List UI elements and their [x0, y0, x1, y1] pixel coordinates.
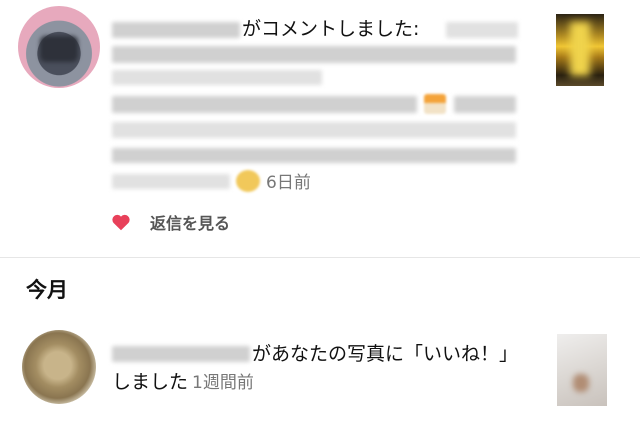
comment-text-blurred	[112, 46, 516, 63]
post-thumbnail[interactable]	[556, 14, 604, 86]
section-divider	[0, 257, 640, 258]
reply-row: 返信を見る	[110, 210, 230, 234]
emoji-blurred	[424, 94, 446, 114]
like-action-text-line2: しました 1週間前	[112, 369, 254, 396]
comment-text-blurred	[112, 174, 230, 189]
time-label: 6日前	[266, 173, 311, 193]
comment-text-blurred	[112, 70, 322, 85]
view-replies-button[interactable]: 返信を見る	[150, 210, 230, 234]
section-title: 今月	[26, 278, 68, 302]
comment-text-blurred	[454, 96, 516, 113]
comment-text-blurred	[112, 148, 516, 163]
comment-text-blurred	[112, 96, 417, 113]
like-action-text: があなたの写真に「いいね！」	[252, 343, 519, 365]
avatar-commenter[interactable]	[18, 6, 100, 88]
photo-thumbnail[interactable]	[557, 334, 607, 406]
comment-action-text: がコメントしました:	[242, 18, 420, 40]
emoji-blurred	[236, 170, 260, 192]
comment-time: 6日前	[262, 169, 311, 196]
username-blurred[interactable]	[112, 346, 250, 362]
avatar-liker[interactable]	[22, 330, 96, 404]
heart-icon[interactable]	[110, 211, 132, 233]
time-label: 1週間前	[192, 373, 254, 393]
like-action-text-cont: しました	[112, 371, 189, 393]
comment-text-blurred	[446, 22, 518, 38]
comment-text-blurred	[112, 122, 516, 138]
username-blurred[interactable]	[112, 22, 240, 38]
